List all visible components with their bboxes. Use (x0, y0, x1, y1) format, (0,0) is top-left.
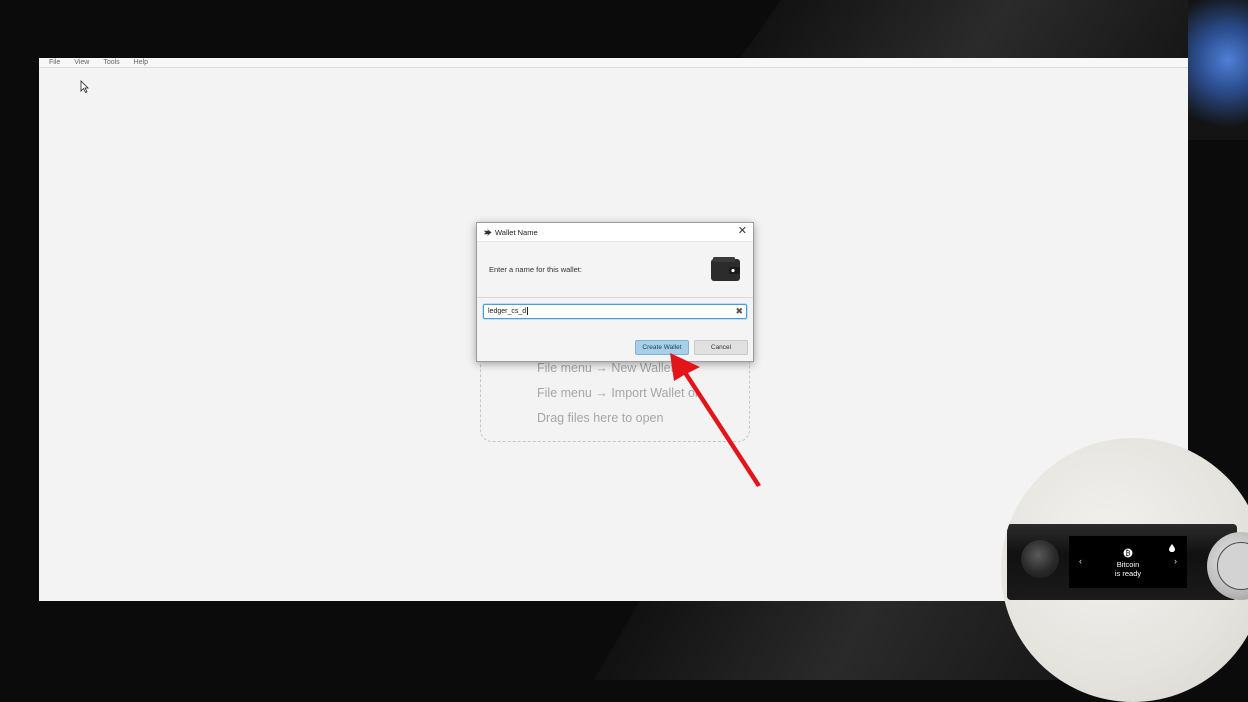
dialog-prompt: Enter a name for this wallet: (489, 265, 582, 274)
ledger-screen-line1: Bitcoin (1116, 560, 1140, 569)
dialog-header: Enter a name for this wallet: (477, 242, 753, 298)
wallet-name-value: ledger_cs_d (488, 307, 529, 315)
menu-help[interactable]: Help (134, 58, 148, 67)
ledger-screen: ‹ › ₿ Bitcoin is ready (1069, 536, 1187, 588)
wallet-name-dialog: Wallet Name ✕ Enter a name for this wall… (476, 222, 754, 362)
welcome-line-drag-files: Drag files here to open (537, 411, 664, 425)
annotation-arrow-icon (670, 353, 761, 487)
menu-tools[interactable]: Tools (103, 58, 119, 67)
text-caret (527, 307, 529, 315)
close-icon[interactable]: ✕ (738, 226, 747, 237)
menu-view[interactable]: View (74, 58, 89, 67)
hardware-wallet-inset: ‹ › ₿ Bitcoin is ready (1001, 438, 1248, 702)
ledger-device: ‹ › ₿ Bitcoin is ready (1007, 524, 1237, 600)
ledger-screen-line2: is ready (1114, 569, 1142, 578)
clear-input-icon[interactable]: ✖ (735, 306, 743, 316)
menu-file[interactable]: File (49, 58, 60, 67)
bitcoin-icon: ₿ (1123, 548, 1133, 558)
ledger-button (1021, 540, 1059, 578)
background-streak (738, 0, 1242, 60)
mouse-cursor-icon (80, 80, 89, 93)
dialog-title-bar: Wallet Name ✕ (477, 223, 753, 242)
dialog-title: Wallet Name (495, 227, 538, 237)
background-glow (1188, 0, 1248, 140)
ledger-swivel-ring (1217, 542, 1248, 590)
sparrow-app-icon (483, 227, 492, 237)
menu-bar: File View Tools Help (39, 58, 1188, 68)
wallet-name-input[interactable]: ledger_cs_d ✖ (483, 304, 747, 319)
wallet-icon (711, 257, 740, 281)
drop-icon (1169, 544, 1175, 552)
svg-text:₿: ₿ (1125, 550, 1130, 558)
